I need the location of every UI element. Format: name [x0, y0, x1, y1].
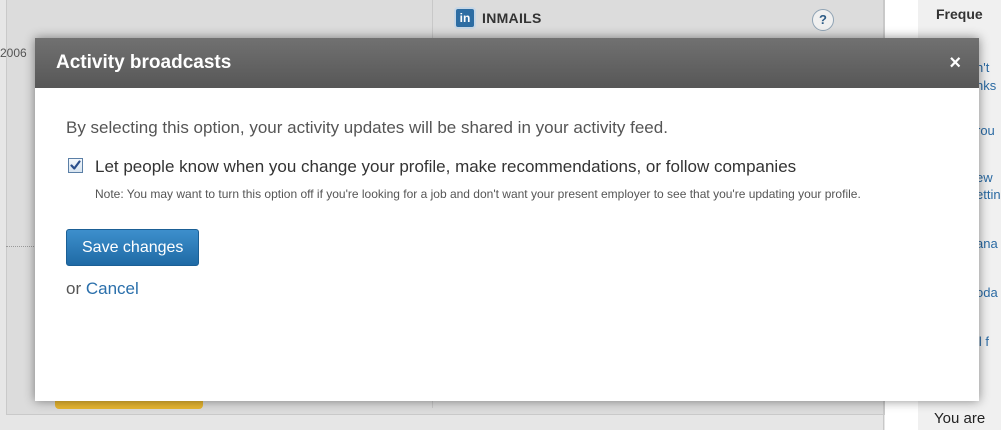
broadcast-checkbox[interactable]: [68, 158, 83, 173]
dialog-body: By selecting this option, your activity …: [35, 118, 979, 299]
save-changes-button[interactable]: Save changes: [66, 229, 200, 266]
close-icon[interactable]: ×: [949, 53, 961, 73]
background-dotted-line: [6, 246, 36, 247]
or-text: or: [66, 279, 86, 298]
sidebar-link[interactable]: ettin: [976, 187, 1001, 202]
option-text: Let people know when you change your pro…: [95, 156, 955, 202]
dialog-description: By selecting this option, your activity …: [66, 118, 668, 137]
sidebar-link[interactable]: oda: [976, 285, 998, 300]
inmails-label: INMAILS: [482, 10, 542, 26]
broadcast-option: Let people know when you change your pro…: [66, 156, 948, 202]
linkedin-icon: in: [456, 9, 474, 27]
sidebar-footer: You are: [934, 410, 986, 427]
cancel-link[interactable]: Cancel: [86, 279, 139, 298]
cancel-row: or Cancel: [66, 279, 948, 299]
sidebar-link[interactable]: ana: [976, 236, 998, 251]
option-label[interactable]: Let people know when you change your pro…: [95, 156, 895, 177]
inmails-header: in INMAILS: [456, 7, 542, 29]
sidebar-link[interactable]: nks: [976, 78, 996, 93]
dialog-header: Activity broadcasts ×: [35, 38, 979, 88]
option-note: Note: You may want to turn this option o…: [95, 187, 861, 201]
help-icon[interactable]: ?: [812, 9, 834, 31]
background-year: 2006: [0, 46, 27, 60]
checkmark-icon: [70, 160, 81, 170]
sidebar-title: Freque: [936, 6, 983, 22]
activity-broadcasts-dialog: Activity broadcasts × By selecting this …: [35, 38, 979, 401]
dialog-title: Activity broadcasts: [56, 52, 232, 73]
